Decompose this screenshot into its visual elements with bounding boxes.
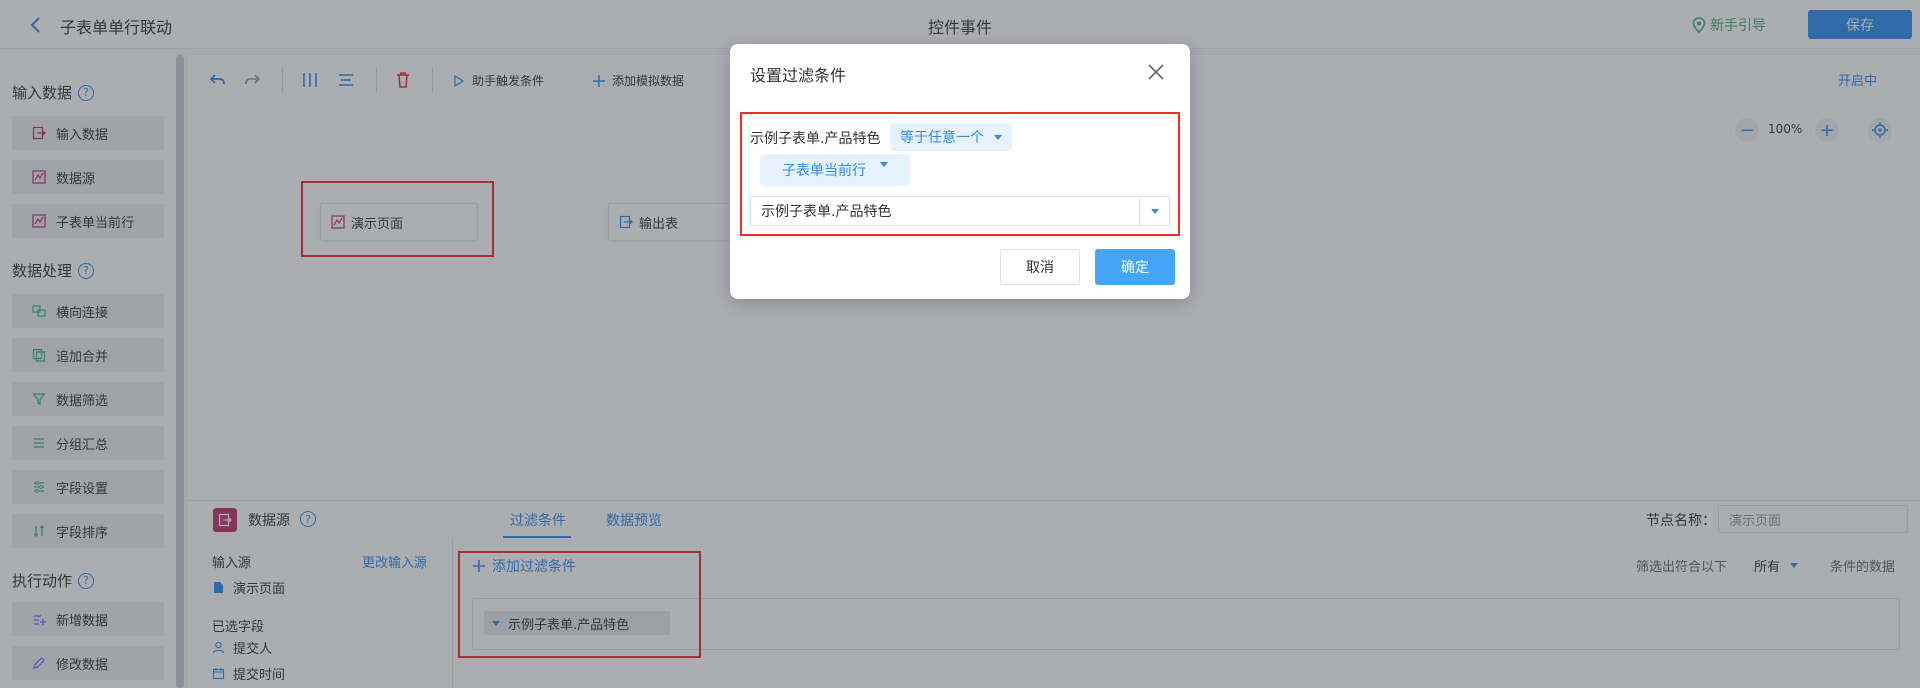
value-field-combobox[interactable]: 示例子表单.产品特色 [750, 196, 1170, 226]
operator-select[interactable]: 等于任意一个 [890, 123, 1012, 151]
value-source-select[interactable]: 子表单当前行 [760, 154, 910, 186]
filter-dialog: 设置过滤条件 示例子表单.产品特色 等于任意一个 子表单当前行 示例子表单.产品… [730, 44, 1190, 299]
caret-down-icon [994, 134, 1002, 140]
caret-down-icon [880, 161, 888, 167]
condition-field-label: 示例子表单.产品特色 [750, 131, 881, 147]
cancel-button[interactable]: 取消 [1000, 249, 1080, 285]
operator-value: 等于任意一个 [900, 130, 984, 146]
combo-value: 示例子表单.产品特色 [761, 204, 892, 220]
confirm-button[interactable]: 确定 [1095, 249, 1175, 285]
value-source-label: 子表单当前行 [782, 163, 866, 179]
close-icon[interactable] [1146, 62, 1166, 82]
caret-down-icon [1150, 208, 1159, 214]
combo-dropdown-button[interactable] [1139, 197, 1169, 225]
dialog-title: 设置过滤条件 [750, 66, 847, 85]
